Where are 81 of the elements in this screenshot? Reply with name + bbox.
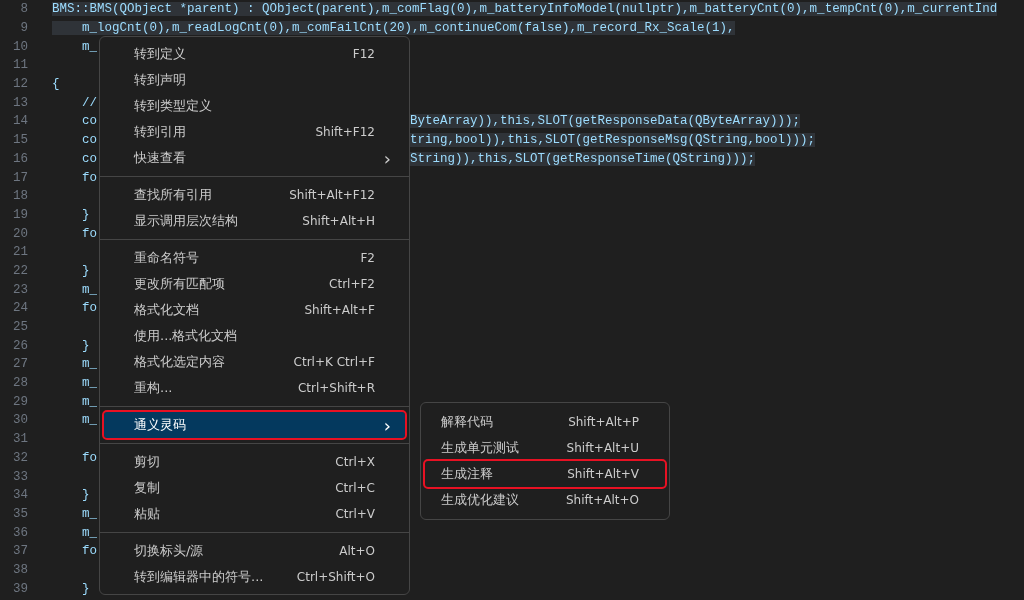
- line-number: 37: [12, 544, 28, 559]
- code-fragment: }: [81, 581, 90, 596]
- line-number: 35: [12, 506, 28, 521]
- line-number: 18: [12, 189, 28, 204]
- code-fragment: }: [81, 338, 90, 353]
- code-fragment: String)),this,SLOT(getResponseTime(QString)));: [410, 151, 756, 166]
- menu-item[interactable]: 显示调用层次结构 Shift+Alt+H: [104, 208, 405, 234]
- code-fragment: m_: [81, 39, 97, 54]
- menu-item[interactable]: 使用...格式化文档: [104, 323, 405, 349]
- line-number: 10: [12, 39, 28, 54]
- line-number: 23: [12, 282, 28, 297]
- line-number: 22: [12, 263, 28, 278]
- code-fragment: fo: [81, 544, 97, 559]
- code-fragment: fo: [81, 450, 97, 465]
- line-number: 17: [12, 170, 28, 185]
- menu-item[interactable]: 格式化文档 Shift+Alt+F: [104, 297, 405, 323]
- line-number: 28: [12, 376, 28, 391]
- menu-item[interactable]: 生成注释 Shift+Alt+V: [425, 461, 665, 487]
- menu-item[interactable]: 通义灵码 ›: [104, 412, 405, 438]
- line-number: 32: [12, 450, 28, 465]
- line-number: 15: [12, 133, 28, 148]
- line-number: 24: [12, 301, 28, 316]
- line-number: 31: [12, 432, 28, 447]
- menu-item[interactable]: 生成优化建议 Shift+Alt+O: [425, 487, 665, 513]
- code-fragment: }: [81, 263, 90, 278]
- line-number: 30: [12, 413, 28, 428]
- line-number: 9: [19, 21, 28, 36]
- code-fragment: m_: [81, 394, 97, 409]
- line-number: 19: [12, 207, 28, 222]
- menu-item[interactable]: 转到编辑器中的符号... Ctrl+Shift+O: [104, 564, 405, 590]
- code-fragment: m_: [81, 413, 97, 428]
- menu-item[interactable]: 重命名符号 F2: [104, 245, 405, 271]
- code-fragment: ByteArray)),this,SLOT(getResponseData(QByteArray)));: [410, 114, 801, 129]
- line-number: 39: [12, 581, 28, 596]
- line-number: 34: [12, 488, 28, 503]
- menu-item[interactable]: 转到声明: [104, 67, 405, 93]
- code-fragment: }: [81, 207, 90, 222]
- menu-item[interactable]: 格式化选定内容 Ctrl+K Ctrl+F: [104, 349, 405, 375]
- menu-item[interactable]: 转到类型定义: [104, 93, 405, 119]
- menu-item[interactable]: 查找所有引用 Shift+Alt+F12: [104, 182, 405, 208]
- code-fragment: m_: [81, 282, 97, 297]
- code-fragment: m_: [81, 376, 97, 391]
- line-number: 11: [12, 58, 28, 73]
- menu-item[interactable]: 重构... Ctrl+Shift+R: [104, 375, 405, 401]
- code-fragment: tring,bool)),this,SLOT(getResponseMsg(QString,bool)));: [410, 133, 816, 148]
- menu-item[interactable]: 更改所有匹配项 Ctrl+F2: [104, 271, 405, 297]
- line-number: 29: [12, 394, 28, 409]
- code-fragment: {: [52, 77, 60, 92]
- line-number: 14: [12, 114, 28, 129]
- line-number: 16: [12, 151, 28, 166]
- code-fragment: co: [81, 114, 97, 129]
- menu-item[interactable]: 粘贴 Ctrl+V: [104, 501, 405, 527]
- line-number: 38: [12, 562, 28, 577]
- code-fragment: }: [81, 488, 90, 503]
- menu-item[interactable]: 快速查看 ›: [104, 145, 405, 171]
- code-fragment: fo: [81, 226, 97, 241]
- menu-item[interactable]: 解释代码 Shift+Alt+P: [425, 409, 665, 435]
- line-number: 25: [12, 320, 28, 335]
- line-number: 8: [19, 2, 28, 17]
- line-number: 20: [12, 226, 28, 241]
- code-fragment: fo: [81, 170, 97, 185]
- code-fragment: fo: [81, 301, 97, 316]
- code-fragment: //: [81, 95, 97, 110]
- line-number: 27: [12, 357, 28, 372]
- code-fragment: m_: [81, 525, 97, 540]
- menu-item[interactable]: 切换标头/源 Alt+O: [104, 538, 405, 564]
- line-number: 36: [12, 525, 28, 540]
- line-number: 26: [12, 338, 28, 353]
- line-number: 12: [12, 77, 28, 92]
- menu-item[interactable]: 剪切 Ctrl+X: [104, 449, 405, 475]
- menu-item[interactable]: 生成单元测试 Shift+Alt+U: [425, 435, 665, 461]
- line-number: 33: [12, 469, 28, 484]
- menu-item[interactable]: 复制 Ctrl+C: [104, 475, 405, 501]
- code-fragment: m_: [81, 357, 97, 372]
- code-fragment: co: [81, 151, 97, 166]
- line-number: 13: [12, 95, 28, 110]
- line-number: 21: [12, 245, 28, 260]
- menu-item[interactable]: 转到定义 F12: [104, 41, 405, 67]
- code-fragment: m_: [81, 506, 97, 521]
- menu-item[interactable]: 转到引用 Shift+F12: [104, 119, 405, 145]
- code-fragment: co: [81, 133, 97, 148]
